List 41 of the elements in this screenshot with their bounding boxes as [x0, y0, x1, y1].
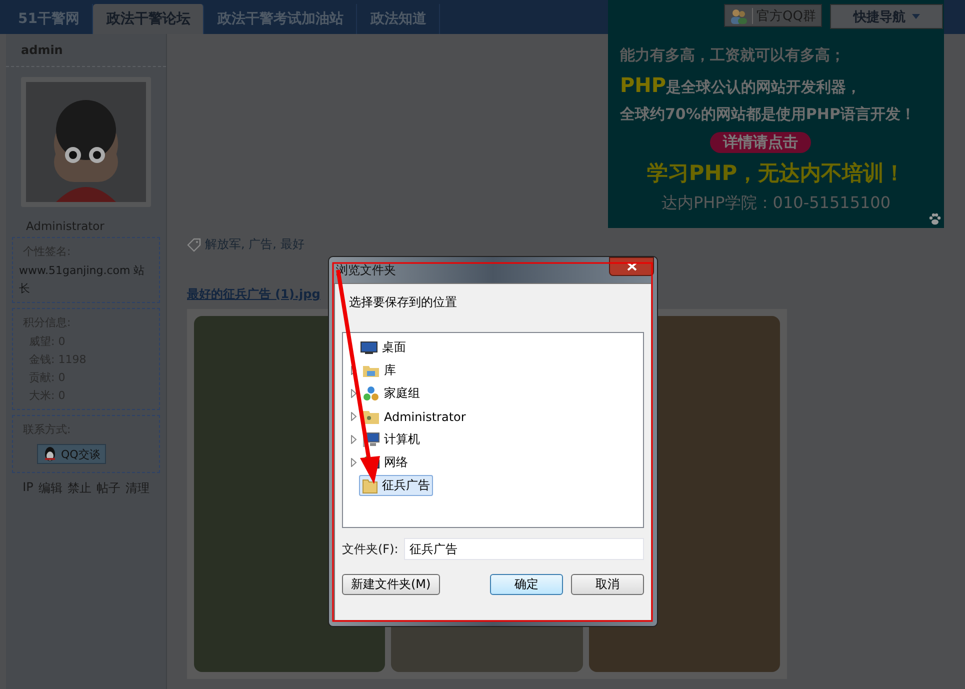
- dialog-prompt: 选择要保存到的位置: [348, 294, 458, 311]
- folder-input[interactable]: 征兵广告: [404, 538, 644, 560]
- ad-text: 能力有多高，工资就可以有多高；: [620, 46, 846, 65]
- tag-icon: [187, 238, 201, 252]
- tree-item[interactable]: Administrator: [359, 406, 469, 426]
- expand-icon[interactable]: [351, 412, 357, 421]
- close-button[interactable]: [609, 257, 654, 276]
- nav-tab[interactable]: 政法知道: [357, 4, 440, 34]
- folder-label: 文件夹(F):: [342, 540, 398, 558]
- folder-icon: [362, 364, 380, 378]
- caret-icon: [912, 14, 920, 19]
- tree-item[interactable]: 库: [359, 360, 399, 381]
- ad-text: 全球约70%的网站都是使用PHP语言开发！: [620, 105, 916, 124]
- ad-slogan: 学习PHP，无达内不培训！: [646, 160, 906, 187]
- tree-item[interactable]: 计算机: [359, 429, 423, 450]
- monitor-icon: [360, 340, 378, 354]
- tree-item[interactable]: 家庭组: [359, 383, 423, 404]
- ad-contact: 达内PHP学院：010-51515100: [660, 193, 892, 214]
- tree-item[interactable]: 桌面: [357, 337, 409, 358]
- paw-icon: [928, 212, 942, 226]
- penguin-icon: [43, 446, 57, 462]
- attachment-link[interactable]: 最好的征兵广告 (1).jpg: [187, 286, 320, 303]
- folder-icon: [362, 478, 378, 494]
- ok-button[interactable]: 确定: [490, 574, 563, 595]
- expand-icon[interactable]: [351, 389, 357, 398]
- details-button[interactable]: 详情请点击: [710, 132, 811, 153]
- expand-icon[interactable]: [351, 458, 357, 467]
- signature-text: www.51ganjing.com 站长: [19, 263, 146, 297]
- quick-nav-button[interactable]: 快捷导航: [830, 4, 943, 29]
- computer-icon: [362, 432, 380, 448]
- new-folder-button[interactable]: 新建文件夹(M): [342, 574, 440, 595]
- expand-icon[interactable]: [351, 435, 357, 444]
- qq-chat-button[interactable]: QQ交谈: [37, 444, 106, 464]
- people-icon: [730, 6, 748, 24]
- tree-item[interactable]: 征兵广告: [359, 475, 433, 496]
- ad-text: PHP是全球公认的网站开发利器，: [620, 73, 862, 97]
- close-icon: [626, 262, 636, 271]
- nav-tab[interactable]: 政法干警考试加油站: [204, 4, 358, 34]
- user-folder-icon: [362, 408, 380, 424]
- cancel-button[interactable]: 取消: [571, 574, 644, 595]
- homegroup-icon: [362, 386, 380, 402]
